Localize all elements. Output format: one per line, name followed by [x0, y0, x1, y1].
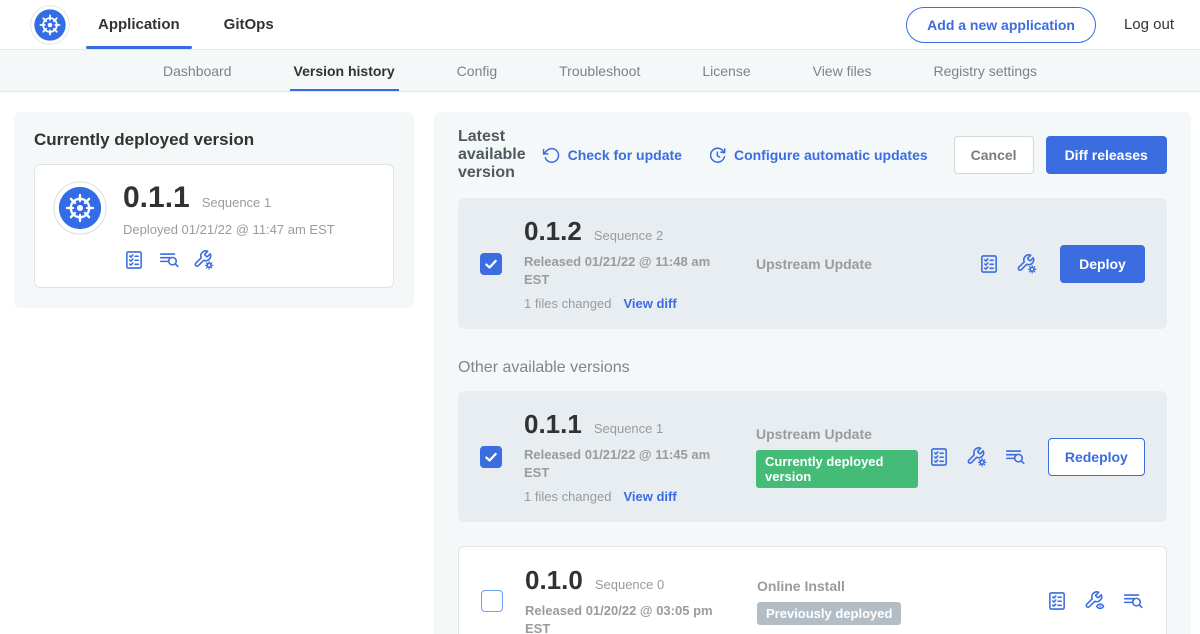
version-checkbox-0-1-0[interactable] — [481, 590, 503, 612]
sequence-label: Sequence 0 — [595, 577, 664, 592]
view-config-icon[interactable] — [1084, 590, 1106, 612]
main-content: Currently deployed version 0.1.1 Sequenc… — [0, 92, 1200, 634]
released-timestamp: Released 01/21/22 @ 11:48 am EST — [524, 253, 736, 288]
version-row-0-1-1: 0.1.1 Sequence 1 Released 01/21/22 @ 11:… — [458, 391, 1167, 522]
source-label: Online Install — [757, 578, 1036, 594]
version-info: 0.1.1 Sequence 1 Released 01/21/22 @ 11:… — [524, 409, 756, 504]
version-actions — [1046, 590, 1144, 612]
release-notes-icon[interactable] — [1046, 590, 1068, 612]
tab-troubleshoot[interactable]: Troubleshoot — [559, 50, 640, 91]
logs-icon[interactable] — [1122, 590, 1144, 612]
release-notes-icon[interactable] — [928, 446, 950, 468]
version-source: Online Install Previously deployed — [757, 578, 1046, 625]
currently-deployed-title: Currently deployed version — [34, 130, 394, 150]
version-info: 0.1.0 Sequence 0 Released 01/20/22 @ 03:… — [525, 565, 757, 634]
version-row-0-1-0: 0.1.0 Sequence 0 Released 01/20/22 @ 03:… — [458, 546, 1167, 634]
deployed-version-info: 0.1.1 Sequence 1 Deployed 01/21/22 @ 11:… — [123, 181, 335, 271]
logs-icon[interactable] — [1004, 446, 1026, 468]
tab-license[interactable]: License — [702, 50, 750, 91]
source-label: Upstream Update — [756, 256, 968, 272]
version-actions: Deploy — [978, 245, 1145, 283]
app-icon — [53, 181, 107, 235]
logout-link[interactable]: Log out — [1124, 16, 1174, 33]
files-changed-label: 1 files changed — [524, 489, 611, 504]
row-gap — [458, 522, 1167, 546]
clock-refresh-icon — [708, 146, 727, 165]
view-diff-link[interactable]: View diff — [623, 296, 676, 311]
tab-version-history[interactable]: Version history — [294, 50, 395, 91]
tab-config[interactable]: Config — [457, 50, 497, 91]
version-number: 0.1.0 — [525, 565, 583, 596]
top-nav: Application GitOps Add a new application… — [0, 0, 1200, 50]
version-actions: Redeploy — [928, 438, 1145, 476]
deployed-version-number: 0.1.1 — [123, 181, 190, 215]
logs-icon[interactable] — [158, 249, 180, 271]
version-row-0-1-2: 0.1.2 Sequence 2 Released 01/21/22 @ 11:… — [458, 198, 1167, 329]
currently-deployed-card: Currently deployed version 0.1.1 Sequenc… — [14, 112, 414, 308]
app-sub-nav: Dashboard Version history Config Trouble… — [0, 50, 1200, 92]
tab-view-files[interactable]: View files — [813, 50, 872, 91]
tab-registry-settings[interactable]: Registry settings — [934, 50, 1037, 91]
latest-version-header: Latest available version Check for updat… — [458, 128, 1167, 182]
other-versions-title: Other available versions — [458, 359, 1167, 377]
version-info: 0.1.2 Sequence 2 Released 01/21/22 @ 11:… — [524, 216, 756, 311]
redeploy-button[interactable]: Redeploy — [1048, 438, 1145, 476]
tab-dashboard[interactable]: Dashboard — [163, 50, 232, 91]
deployed-timestamp: Deployed 01/21/22 @ 11:47 am EST — [123, 222, 335, 237]
sequence-label: Sequence 1 — [594, 421, 663, 436]
source-label: Upstream Update — [756, 426, 918, 442]
released-timestamp: Released 01/20/22 @ 03:05 pm EST — [525, 602, 737, 634]
version-source: Upstream Update Currently deployed versi… — [756, 426, 928, 488]
version-source: Upstream Update — [756, 256, 978, 272]
app-tabs: Application GitOps — [98, 0, 274, 49]
version-history-panel: Latest available version Check for updat… — [434, 112, 1191, 634]
deployed-version-card: 0.1.1 Sequence 1 Deployed 01/21/22 @ 11:… — [34, 164, 394, 288]
version-number: 0.1.2 — [524, 216, 582, 247]
files-changed-label: 1 files changed — [524, 296, 611, 311]
deployed-sequence-label: Sequence 1 — [202, 195, 271, 210]
edit-config-icon[interactable] — [966, 446, 988, 468]
tab-application[interactable]: Application — [98, 0, 180, 49]
edit-config-icon[interactable] — [1016, 253, 1038, 275]
view-diff-link[interactable]: View diff — [623, 489, 676, 504]
released-timestamp: Released 01/21/22 @ 11:45 am EST — [524, 446, 736, 481]
version-checkbox-0-1-2[interactable] — [480, 253, 502, 275]
deploy-button[interactable]: Deploy — [1060, 245, 1145, 283]
kubernetes-logo-icon — [30, 5, 70, 45]
version-checkbox-0-1-1[interactable] — [480, 446, 502, 468]
sequence-label: Sequence 2 — [594, 228, 663, 243]
configure-automatic-updates-label: Configure automatic updates — [734, 147, 928, 163]
edit-config-icon[interactable] — [193, 249, 215, 271]
tab-gitops[interactable]: GitOps — [224, 0, 274, 49]
configure-automatic-updates-link[interactable]: Configure automatic updates — [708, 146, 928, 165]
currently-deployed-badge: Currently deployed version — [756, 450, 918, 488]
check-for-update-label: Check for update — [568, 147, 682, 163]
refresh-icon — [542, 146, 561, 165]
version-number: 0.1.1 — [524, 409, 582, 440]
add-new-application-button[interactable]: Add a new application — [906, 7, 1096, 43]
diff-releases-button[interactable]: Diff releases — [1046, 136, 1167, 174]
release-notes-icon[interactable] — [978, 253, 1000, 275]
release-notes-icon[interactable] — [123, 249, 145, 271]
previously-deployed-badge: Previously deployed — [757, 602, 901, 625]
cancel-button[interactable]: Cancel — [954, 136, 1034, 174]
check-for-update-link[interactable]: Check for update — [542, 146, 682, 165]
latest-version-title: Latest available version — [458, 128, 526, 182]
